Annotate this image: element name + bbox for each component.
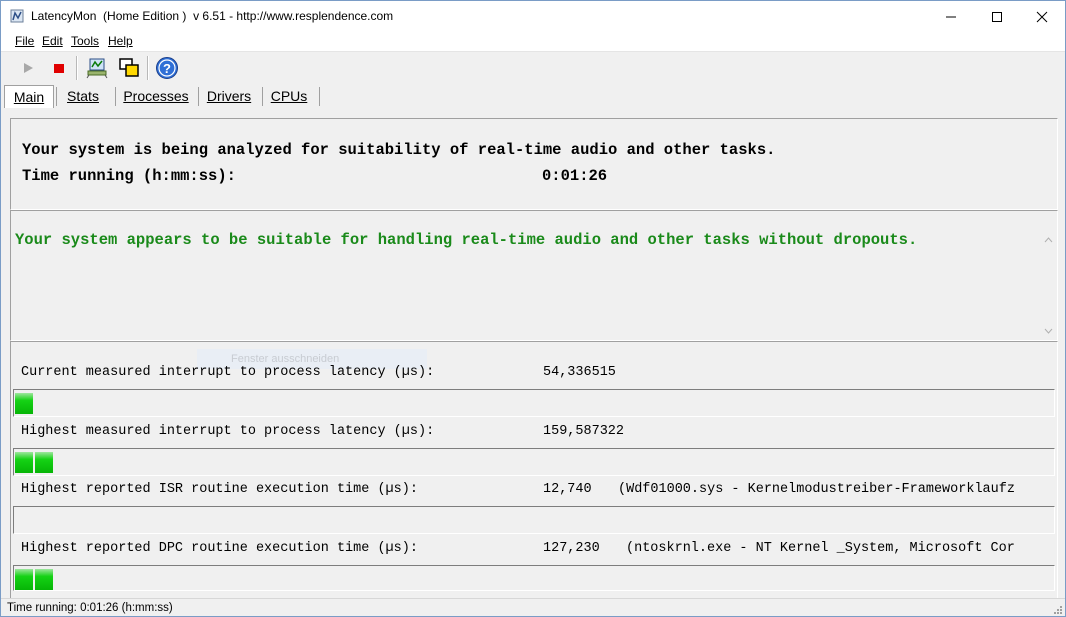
svg-text:?: ? <box>163 61 171 76</box>
minimize-button[interactable] <box>928 1 974 32</box>
menu-bar: File Edit Tools Help <box>1 32 1065 52</box>
windows-icon <box>119 58 139 77</box>
app-window: LatencyMon (Home Edition ) v 6.51 - http… <box>0 0 1066 617</box>
verdict-message: Your system appears to be suitable for h… <box>15 231 918 249</box>
maximize-button[interactable] <box>974 1 1020 32</box>
play-icon <box>24 63 33 73</box>
tab-drivers[interactable]: Drivers <box>204 85 254 107</box>
metric-highest-latency-value: 159,587322 <box>543 424 625 439</box>
start-button[interactable] <box>15 55 41 81</box>
app-icon <box>10 9 24 23</box>
scrollbar-arrows-icon <box>1044 237 1053 334</box>
minimize-icon <box>946 16 956 17</box>
monitor-icon <box>86 58 108 79</box>
metric-dpc-value: 127,230 <box>543 541 600 556</box>
help-button[interactable]: ? <box>154 55 180 81</box>
time-running-value: 0:01:26 <box>542 167 608 185</box>
windows-button[interactable] <box>116 55 142 81</box>
tab-separator <box>198 87 199 106</box>
tab-stats[interactable]: Stats <box>61 85 105 107</box>
bar-segment <box>15 393 33 414</box>
metric-dpc-bar <box>13 565 1055 591</box>
metric-highest-latency-label: Highest measured interrupt to process la… <box>21 424 435 439</box>
stop-icon <box>54 64 64 73</box>
metric-current-latency-value: 54,336515 <box>543 365 616 380</box>
metric-current-latency-label: Current measured interrupt to process la… <box>21 365 435 380</box>
close-icon <box>1036 11 1048 22</box>
tab-main[interactable]: Main <box>4 85 54 108</box>
menu-help[interactable]: Help <box>108 34 133 48</box>
tab-separator <box>56 87 57 106</box>
metric-isr-bar <box>13 506 1055 534</box>
bar-segment <box>15 452 33 473</box>
tab-separator <box>262 87 263 106</box>
analysis-panel: Your system is being analyzed for suitab… <box>10 118 1058 210</box>
resize-grip-icon[interactable] <box>1052 604 1063 615</box>
metric-isr-detail: (Wdf01000.sys - Kernelmodustreiber-Frame… <box>618 482 1015 497</box>
metric-current-latency-bar <box>13 389 1055 417</box>
tab-cpus[interactable]: CPUs <box>268 85 310 107</box>
bar-segment <box>35 569 53 590</box>
metric-highest-latency-bar <box>13 448 1055 476</box>
close-button[interactable] <box>1019 1 1065 32</box>
time-running-label: Time running (h:mm:ss): <box>22 167 236 185</box>
verdict-panel: Your system appears to be suitable for h… <box>10 210 1058 341</box>
monitor-button[interactable] <box>84 55 110 81</box>
tab-strip: Main Stats Processes Drivers CPUs <box>1 83 1065 109</box>
tab-separator <box>115 87 116 106</box>
analyzing-message: Your system is being analyzed for suitab… <box>22 141 776 159</box>
toolbar-separator <box>76 56 78 80</box>
metric-isr-label: Highest reported ISR routine execution t… <box>21 482 418 497</box>
stop-button[interactable] <box>46 55 72 81</box>
tab-processes[interactable]: Processes <box>121 85 191 107</box>
status-bar: Time running: 0:01:26 (h:mm:ss) <box>1 598 1065 616</box>
window-title: LatencyMon (Home Edition ) v 6.51 - http… <box>31 9 394 23</box>
bar-segment <box>15 569 33 590</box>
metric-isr-value: 12,740 <box>543 482 592 497</box>
metric-dpc-label: Highest reported DPC routine execution t… <box>21 541 418 556</box>
help-icon: ? <box>156 57 178 79</box>
title-bar[interactable]: LatencyMon (Home Edition ) v 6.51 - http… <box>1 1 1065 32</box>
toolbar: ? <box>1 53 1065 83</box>
toolbar-separator <box>147 56 149 80</box>
verdict-scrollbar[interactable] <box>1040 211 1057 340</box>
status-text: Time running: 0:01:26 (h:mm:ss) <box>7 602 173 614</box>
metric-dpc-detail: (ntoskrnl.exe - NT Kernel _System, Micro… <box>626 541 1015 556</box>
maximize-icon <box>992 11 1002 22</box>
menu-file[interactable]: File <box>15 34 34 48</box>
tab-separator <box>319 87 320 106</box>
menu-tools[interactable]: Tools <box>71 34 99 48</box>
menu-edit[interactable]: Edit <box>42 34 63 48</box>
bar-segment <box>35 452 53 473</box>
